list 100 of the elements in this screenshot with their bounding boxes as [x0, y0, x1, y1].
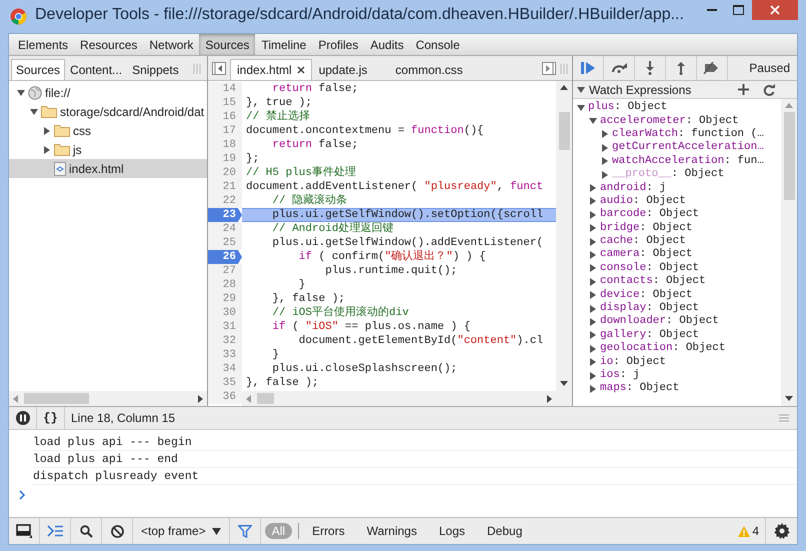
close-icon[interactable] [296, 66, 305, 74]
toggle-debugger-icon[interactable] [542, 62, 556, 75]
collapsed-arrow-icon[interactable] [589, 250, 597, 259]
log-level-filter[interactable]: Warnings [360, 523, 424, 539]
watch-property[interactable]: gallery: Object [600, 328, 700, 342]
expanded-arrow-icon[interactable] [577, 104, 585, 112]
scrollbar-thumb[interactable] [784, 112, 794, 200]
frame-select[interactable]: <top frame> [133, 518, 230, 544]
grip-icon[interactable] [193, 64, 201, 74]
breakpoint-line-number[interactable]: 23 [208, 208, 242, 222]
scroll-down-arrow-icon[interactable] [560, 381, 568, 386]
watch-property[interactable]: ios: j [600, 369, 640, 382]
close-button[interactable] [752, 0, 798, 20]
collapsed-arrow-icon[interactable] [601, 170, 609, 179]
collapsed-arrow-icon[interactable] [589, 318, 597, 326]
collapsed-arrow-icon[interactable] [589, 224, 597, 232]
expanded-arrow-icon[interactable] [17, 88, 25, 96]
panel-tab[interactable]: Resources [74, 34, 144, 55]
watch-property[interactable]: console: Object [600, 262, 700, 275]
watch-property[interactable]: getCurrentAcceleration… [612, 141, 764, 154]
watch-property[interactable]: io: Object [600, 356, 666, 369]
resume-icon[interactable] [581, 62, 595, 74]
scrollbar-thumb[interactable] [558, 112, 570, 150]
clear-icon[interactable] [110, 524, 124, 538]
step-over-icon[interactable] [611, 63, 627, 73]
collapsed-arrow-icon[interactable] [589, 238, 597, 246]
collapsed-arrow-icon[interactable] [589, 344, 597, 353]
watch-property[interactable]: accelerometer: Object [600, 114, 739, 128]
file-tab[interactable]: common.css [388, 59, 470, 80]
navigator-tab[interactable]: Sources [11, 59, 66, 80]
log-level-filter[interactable]: Errors [305, 523, 352, 539]
watch-property[interactable]: geolocation: Object [600, 342, 726, 356]
collapsed-arrow-icon[interactable] [43, 146, 51, 154]
pretty-print-button[interactable]: {} [37, 407, 65, 429]
panel-tab[interactable]: Console [410, 34, 466, 55]
watch-property[interactable]: camera: Object [600, 248, 692, 262]
refresh-icon[interactable] [763, 84, 775, 96]
watch-property[interactable]: clearWatch: function (… [612, 128, 764, 141]
file-tab[interactable]: update.js [312, 59, 374, 80]
tree-item[interactable]: storage/sdcard/Android/dat [9, 102, 207, 121]
watch-property[interactable]: downloader: Object [600, 315, 719, 328]
scroll-up-arrow-icon[interactable] [560, 85, 568, 90]
panel-tab[interactable]: Profiles [312, 34, 364, 55]
watch-property[interactable]: maps: Object [600, 382, 680, 396]
panel-tab[interactable]: Audits [364, 34, 410, 55]
expanded-arrow-icon[interactable] [30, 108, 38, 116]
collapsed-arrow-icon[interactable] [589, 184, 597, 192]
collapsed-arrow-icon[interactable] [601, 144, 609, 152]
watch-property[interactable]: audio: Object [600, 194, 686, 208]
filter-icon[interactable] [238, 524, 252, 538]
minimize-icon[interactable] [706, 9, 716, 11]
tree-item[interactable]: css [9, 121, 207, 140]
collapsed-arrow-icon[interactable] [589, 278, 597, 286]
watch-property[interactable]: bridge: Object [600, 222, 692, 235]
deactivate-breakpoints-icon[interactable] [703, 62, 721, 74]
collapsed-arrow-icon[interactable] [589, 304, 597, 313]
expanded-arrow-icon[interactable] [577, 86, 585, 94]
panel-tab[interactable]: Network [143, 34, 200, 55]
file-tab[interactable]: index.html [230, 59, 312, 80]
collapsed-arrow-icon[interactable] [589, 210, 597, 219]
collapsed-arrow-icon[interactable] [589, 197, 597, 206]
scroll-right-arrow-icon[interactable] [547, 394, 552, 402]
prompt-icon[interactable] [19, 490, 25, 500]
collapsed-arrow-icon[interactable] [589, 384, 597, 393]
watch-property[interactable]: display: Object [600, 302, 700, 316]
dock-icon[interactable] [16, 524, 32, 538]
collapsed-arrow-icon[interactable] [589, 291, 597, 300]
toggle-navigator-icon[interactable] [212, 62, 226, 75]
tree-item[interactable]: index.html [9, 159, 207, 178]
log-level-filter[interactable]: Logs [432, 523, 472, 539]
search-icon[interactable] [80, 524, 92, 538]
step-out-icon[interactable] [677, 61, 685, 75]
watch-property[interactable]: cache: Object [600, 235, 686, 248]
navigator-tab[interactable]: Content... [65, 59, 128, 80]
collapsed-arrow-icon[interactable] [601, 157, 609, 166]
expanded-arrow-icon[interactable] [589, 117, 597, 126]
add-icon[interactable] [738, 84, 749, 95]
panel-tab[interactable]: Sources [199, 34, 256, 55]
scroll-right-arrow-icon[interactable] [198, 394, 203, 402]
collapsed-arrow-icon[interactable] [589, 264, 597, 272]
panel-tab[interactable]: Timeline [255, 34, 312, 55]
breakpoint-line-number[interactable]: 26 [208, 250, 242, 264]
warning-count[interactable]: 4 [752, 524, 759, 538]
scrollbar-thumb[interactable] [24, 393, 89, 404]
collapsed-arrow-icon[interactable] [601, 130, 609, 138]
collapsed-arrow-icon[interactable] [589, 358, 597, 366]
collapsed-arrow-icon[interactable] [43, 126, 51, 134]
step-into-icon[interactable] [646, 61, 654, 75]
panel-tab[interactable]: Elements [12, 34, 74, 55]
tree-item[interactable]: file:// [9, 83, 207, 102]
watch-property[interactable]: device: Object [600, 288, 692, 302]
maximize-icon[interactable] [733, 5, 744, 15]
caret-icon[interactable] [212, 528, 221, 534]
scrollbar-thumb[interactable] [257, 393, 274, 404]
watch-property[interactable]: contacts: Object [600, 275, 706, 288]
collapsed-arrow-icon[interactable] [589, 372, 597, 380]
log-level-filter[interactable]: Debug [480, 523, 530, 539]
pause-icon[interactable] [16, 411, 30, 425]
scroll-down-arrow-icon[interactable] [785, 396, 793, 401]
watch-property[interactable]: barcode: Object [600, 208, 700, 222]
